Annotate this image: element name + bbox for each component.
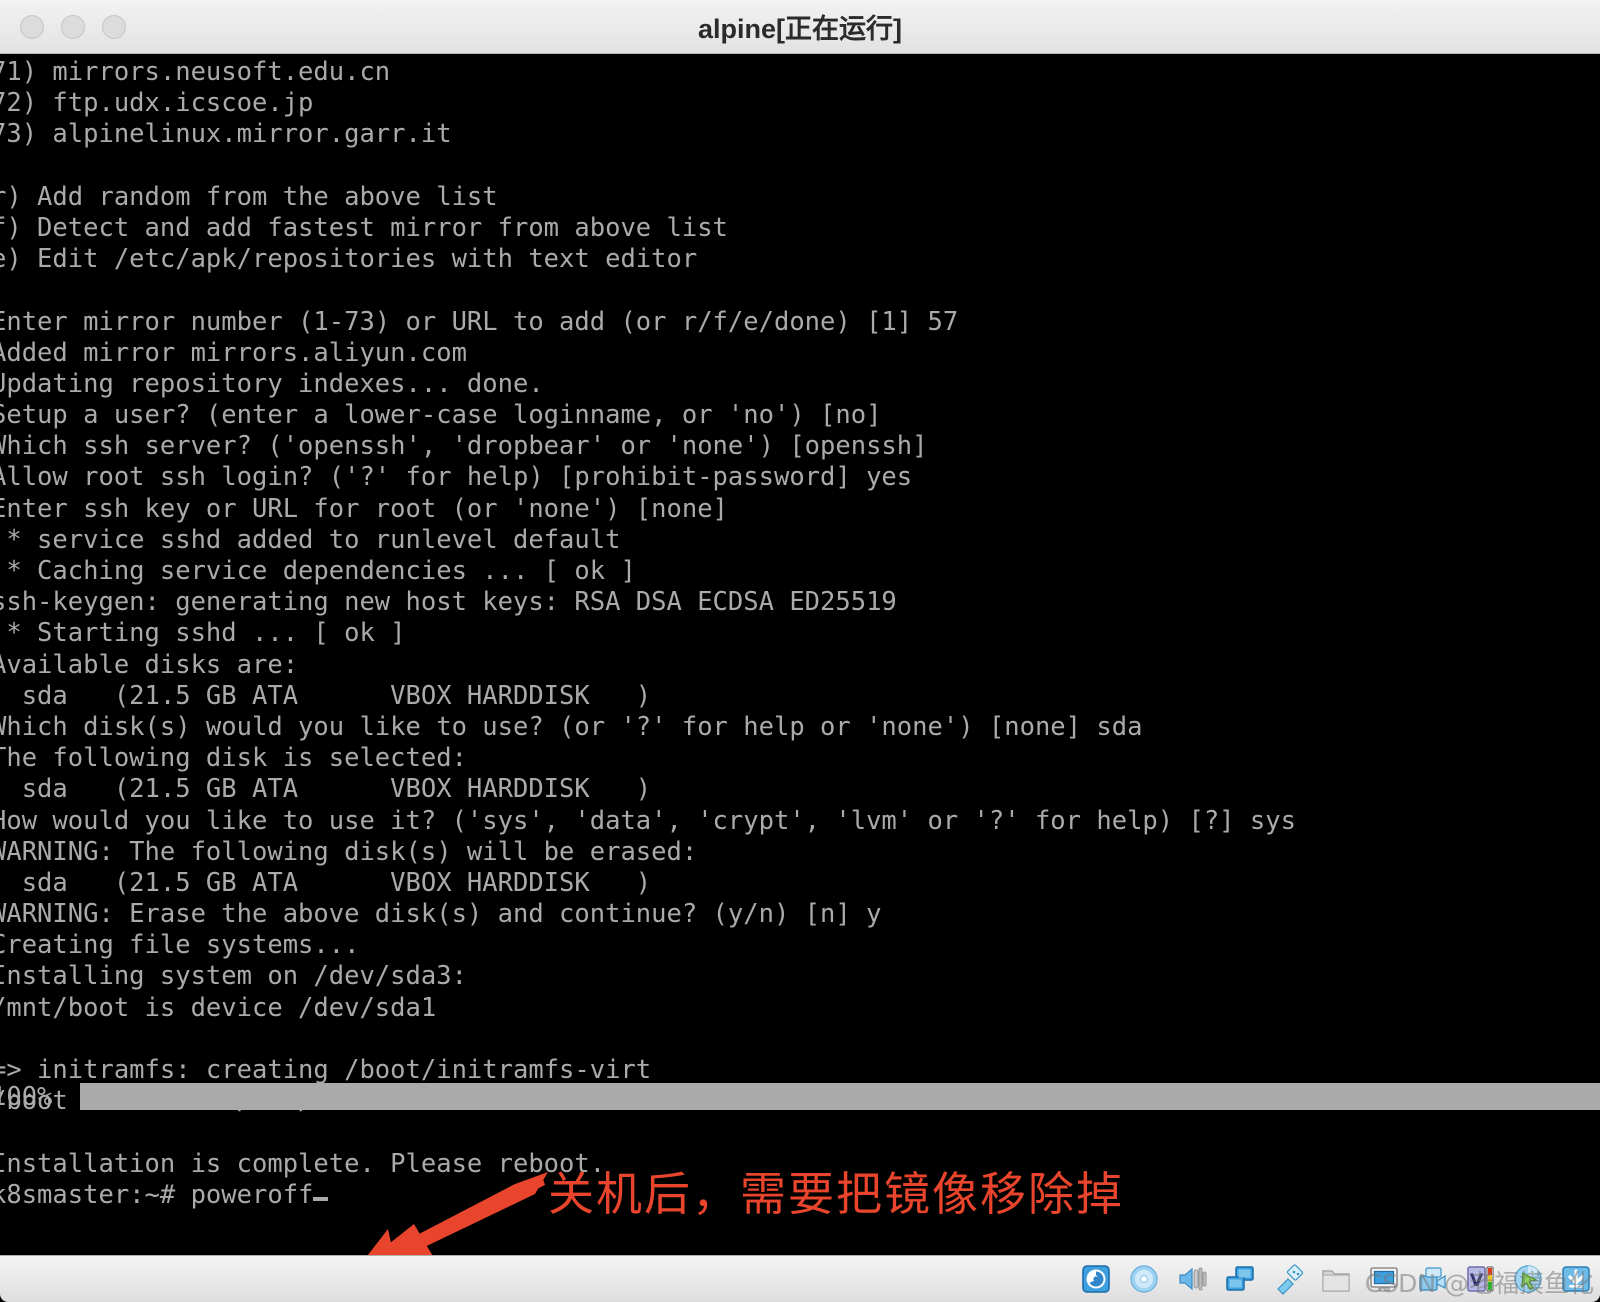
minimize-button[interactable]	[61, 14, 85, 39]
video-capture-icon[interactable]	[1416, 1263, 1448, 1295]
console-line: 71) mirrors.neusoft.edu.cn	[0, 57, 391, 87]
vm-status-bar: V CSDN @老福摸鱼化	[0, 1255, 1600, 1302]
annotation-label: 关机后，需要把镜像移除掉	[548, 1167, 1124, 1221]
virtualbox-vm-window: alpine[正在运行] 71) mirrors.neusoft.edu.cn 7…	[0, 0, 1600, 1302]
console-line: Allow root ssh login? ('?' for help) [pr…	[0, 462, 913, 493]
console-line: sda (21.5 GB ATA VBOX HARDDISK )	[0, 867, 652, 898]
shared-folder-icon[interactable]	[1320, 1263, 1352, 1295]
window-controls	[20, 14, 126, 39]
optical-disk-icon[interactable]	[1128, 1263, 1160, 1295]
progress-bar-spacer	[0, 1024, 1600, 1055]
console-line: e) Edit /etc/apk/repositories with text …	[0, 244, 698, 275]
console-line: Which disk(s) would you like to use? (or…	[0, 711, 1143, 742]
progress-bar-endcap: =	[1584, 1081, 1600, 1111]
console-line: Updating repository indexes... done.	[0, 368, 544, 399]
progress-percent-label: 100%	[0, 1081, 53, 1112]
console-line: The following disk is selected:	[0, 743, 467, 774]
window-title: alpine[正在运行]	[697, 14, 902, 44]
usb-icon[interactable]	[1272, 1263, 1304, 1295]
console-line: * Starting sshd ... [ ok ]	[0, 618, 406, 649]
console-line: 73) alpinelinux.mirror.garr.it	[0, 119, 452, 150]
console-line: Available disks are:	[0, 649, 299, 680]
install-progress-row: 100% =	[0, 1081, 1600, 1112]
close-button[interactable]	[20, 14, 44, 39]
console-line: Setup a user? (enter a lower-case loginn…	[0, 400, 882, 431]
console-line: r) Add random from the above list	[0, 181, 498, 212]
console-line: Enter ssh key or URL for root (or 'none'…	[0, 493, 728, 524]
console-line: Creating file systems...	[0, 930, 360, 961]
svg-text:V: V	[1470, 1271, 1484, 1291]
console-line: WARNING: The following disk(s) will be e…	[0, 836, 698, 867]
console-line: * service sshd added to runlevel default	[0, 524, 621, 555]
console-line: Installing system on /dev/sda3:	[0, 961, 467, 992]
display-icon[interactable]	[1368, 1263, 1400, 1295]
console-output: 71) mirrors.neusoft.edu.cn 72) ftp.udx.ic…	[0, 57, 1600, 1211]
console-line: Added mirror mirrors.aliyun.com	[0, 337, 467, 368]
console-line: ssh-keygen: generating new host keys: RS…	[0, 587, 897, 618]
network-icon[interactable]	[1224, 1263, 1256, 1295]
console-line: Which ssh server? ('openssh', 'dropbear'…	[0, 431, 928, 462]
console-line: /mnt/boot is device /dev/sda1	[0, 992, 437, 1023]
vm-features-icon[interactable]: V	[1464, 1263, 1496, 1295]
console-line: WARNING: Erase the above disk(s) and con…	[0, 899, 882, 930]
window-titlebar: alpine[正在运行]	[0, 0, 1600, 54]
vm-console-screen[interactable]: 71) mirrors.neusoft.edu.cn 72) ftp.udx.ic…	[0, 54, 1600, 1255]
audio-icon[interactable]	[1176, 1263, 1208, 1295]
console-line: 72) ftp.udx.icscoe.jp	[0, 88, 314, 119]
console-line: sda (21.5 GB ATA VBOX HARDDISK )	[0, 680, 652, 711]
zoom-button[interactable]	[102, 14, 126, 39]
console-line: How would you like to use it? ('sys', 'd…	[0, 805, 1296, 836]
mouse-integration-icon[interactable]	[1512, 1263, 1544, 1295]
console-line: f) Detect and add fastest mirror from ab…	[0, 212, 728, 243]
status-icon-group: V	[1080, 1263, 1594, 1295]
text-cursor	[313, 1196, 329, 1201]
console-line: * Caching service dependencies ... [ ok …	[0, 556, 636, 586]
hard-disk-icon[interactable]	[1080, 1263, 1112, 1295]
console-line: Enter mirror number (1-73) or URL to add…	[0, 306, 959, 337]
console-line: => initramfs: creating /boot/initramfs-v…	[0, 1055, 652, 1085]
host-key-icon[interactable]	[1560, 1263, 1592, 1295]
progress-bar-track: =	[80, 1083, 1600, 1110]
console-line: sda (21.5 GB ATA VBOX HARDDISK )	[0, 774, 652, 805]
progress-bar-fill	[80, 1083, 1600, 1110]
